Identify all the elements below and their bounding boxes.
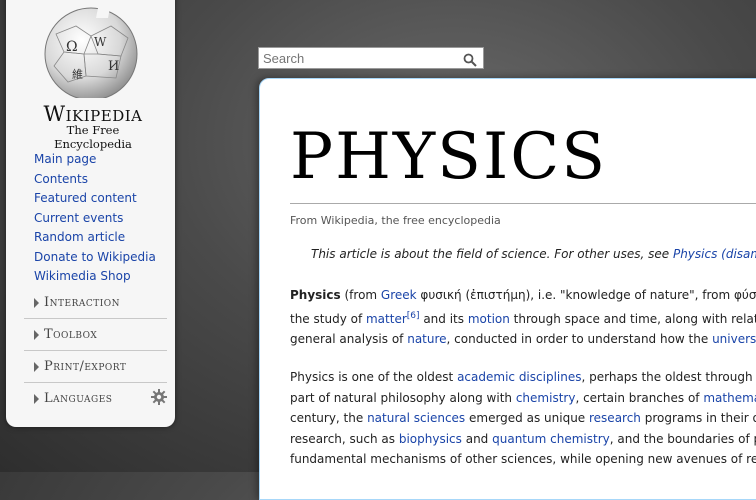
- text-run: φυσική (ἐπιστήμη), i.e. "knowledge of na…: [416, 288, 756, 302]
- text-run: century, the: [290, 411, 368, 425]
- title-divider: [290, 203, 756, 204]
- link-biophysics[interactable]: biophysics: [399, 432, 462, 446]
- portlet-label: Interaction: [44, 295, 121, 310]
- citation-6[interactable]: [6]: [407, 311, 420, 321]
- page-title: PHYSICS: [290, 120, 608, 194]
- text-run: through space and time, along with relat…: [509, 311, 756, 326]
- search-box: [258, 47, 484, 69]
- svg-text:Ω: Ω: [66, 39, 78, 55]
- expand-arrow-icon: [34, 394, 39, 404]
- svg-text:維: 維: [72, 68, 83, 81]
- text-run: (from: [340, 288, 381, 302]
- svg-text:W: W: [94, 35, 107, 49]
- portlet-toolbox[interactable]: Toolbox: [24, 320, 167, 351]
- link-natural-sciences[interactable]: natural sciences: [367, 411, 465, 425]
- link-mathematics[interactable]: mathematics: [703, 391, 756, 405]
- text-run: , and the boundaries of physics: [609, 431, 756, 446]
- text-run: the study of: [290, 311, 366, 326]
- logo-tagline: The Free Encyclopedia: [54, 123, 132, 151]
- link-quantum-chemistry[interactable]: quantum chemistry: [492, 432, 610, 446]
- paragraph-intro: Physics (from Greek φυσική (ἐπιστήμη), i…: [290, 285, 756, 350]
- gear-icon[interactable]: [151, 389, 167, 405]
- search-icon[interactable]: [463, 53, 477, 67]
- portlet-print-export[interactable]: Print/export: [24, 352, 167, 383]
- nav-featured-content[interactable]: Featured content: [34, 189, 156, 209]
- portlet-label: Languages: [44, 391, 113, 406]
- link-chemistry[interactable]: chemistry: [516, 391, 576, 405]
- text-run: part of natural philosophy along with: [290, 390, 516, 405]
- paragraph-history: Physics is one of the oldest academic di…: [290, 367, 756, 470]
- portlet-label: Toolbox: [44, 327, 98, 342]
- text-run: , perhaps the oldest through its: [581, 370, 756, 384]
- article-content: PHYSICS From Wikipedia, the free encyclo…: [259, 78, 756, 500]
- hatnote-text: This article is about the field of scien…: [311, 247, 670, 261]
- portlet-interaction[interactable]: Interaction: [24, 288, 167, 319]
- link-academic-disciplines[interactable]: academic disciplines: [457, 370, 581, 384]
- text-run: and its: [419, 311, 468, 326]
- site-subtitle: From Wikipedia, the free encyclopedia: [290, 214, 501, 227]
- svg-text:И: И: [108, 59, 119, 74]
- link-universe[interactable]: universe: [712, 332, 756, 346]
- nav-random-article[interactable]: Random article: [34, 228, 156, 248]
- expand-arrow-icon: [34, 362, 39, 372]
- wikipedia-wordmark[interactable]: Wikipedia The Free Encyclopedia: [28, 102, 158, 151]
- search-input[interactable]: [263, 49, 453, 68]
- hatnote: This article is about the field of scien…: [311, 247, 756, 261]
- nav-wikimedia-shop[interactable]: Wikimedia Shop: [34, 267, 156, 287]
- portlet-languages[interactable]: Languages: [24, 384, 167, 414]
- nav-contents[interactable]: Contents: [34, 170, 156, 190]
- text-run: general analysis of: [290, 332, 408, 346]
- main-navigation: Main page Contents Featured content Curr…: [34, 150, 156, 287]
- text-run: , conducted in order to understand how t…: [446, 332, 713, 346]
- bold-term: Physics: [290, 288, 341, 302]
- link-research[interactable]: research: [589, 411, 641, 425]
- text-run: , certain branches of: [575, 390, 704, 405]
- link-nature[interactable]: nature: [407, 332, 446, 346]
- disambiguation-link[interactable]: Physics (disambiguation): [673, 247, 756, 261]
- text-run: and: [461, 431, 493, 446]
- link-motion[interactable]: motion: [468, 312, 510, 326]
- text-run: programs in their own: [644, 411, 756, 425]
- text-run: emerged as unique: [465, 411, 589, 425]
- wikipedia-globe-logo[interactable]: Ω W И 維: [36, 4, 146, 98]
- text-run: research, such as: [290, 431, 399, 446]
- nav-main-page[interactable]: Main page: [34, 150, 156, 170]
- nav-current-events[interactable]: Current events: [34, 209, 156, 229]
- portlet-label: Print/export: [44, 359, 127, 374]
- text-run: fundamental mechanisms of other sciences…: [290, 452, 756, 466]
- sidebar: Ω W И 維 Wikipedia The Free Encyclopedia …: [6, 0, 175, 427]
- expand-arrow-icon: [34, 298, 39, 308]
- nav-donate[interactable]: Donate to Wikipedia: [34, 248, 156, 268]
- expand-arrow-icon: [34, 330, 39, 340]
- link-matter[interactable]: matter: [366, 312, 407, 326]
- text-run: Physics is one of the oldest: [290, 370, 458, 384]
- link-greek[interactable]: Greek: [381, 288, 417, 302]
